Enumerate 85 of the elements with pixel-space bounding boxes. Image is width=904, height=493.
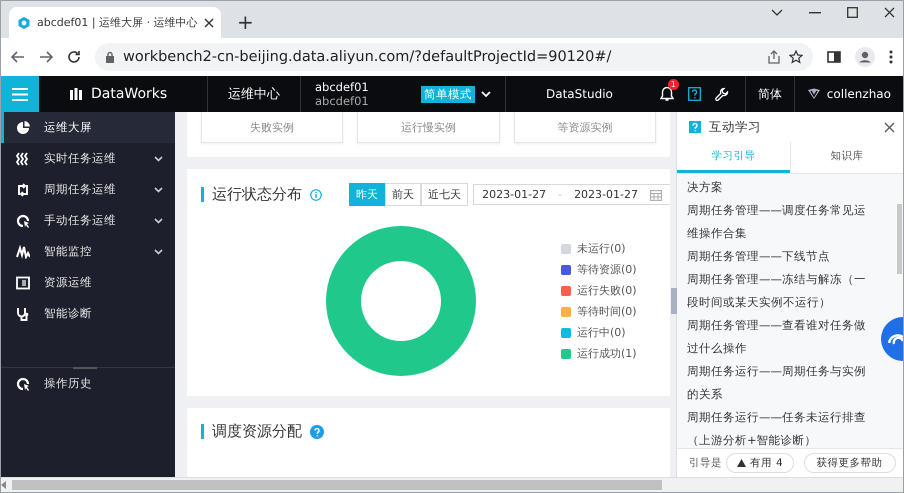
close-icon[interactable]	[204, 18, 214, 28]
feedback-label: 引导是	[689, 456, 722, 470]
cycle-icon	[16, 182, 30, 196]
share-icon[interactable]	[767, 50, 781, 64]
useful-button[interactable]: 有用 4	[726, 453, 794, 473]
range-button[interactable]: 近七天	[421, 183, 468, 206]
chevron-down-icon[interactable]	[771, 8, 783, 16]
stat-card[interactable]: 运行慢实例	[357, 112, 500, 143]
sidebar-item[interactable]: 智能监控	[1, 236, 175, 267]
avatar-icon[interactable]	[855, 47, 875, 67]
project-name[interactable]: abcdef01	[315, 80, 407, 94]
guide-link[interactable]: 周期任务管理——冻结与解冻（一段时间或某天实例不运行）	[687, 268, 877, 314]
pulse-icon	[16, 244, 30, 258]
legend-label: 等待时间(0)	[577, 304, 637, 319]
reload-icon[interactable]	[67, 50, 81, 64]
project-subtitle: abcdef01	[315, 94, 370, 108]
cursor-refresh-icon	[16, 214, 30, 228]
stethoscope-icon	[16, 306, 30, 320]
guide-link[interactable]: 周期任务运行——任务未运行排查（上游分析+智能诊断）	[687, 406, 877, 448]
sidebar-item[interactable]: 手动任务运维	[1, 205, 175, 236]
sidebar-item[interactable]: 实时任务运维	[1, 143, 175, 174]
resize-handle[interactable]	[73, 367, 97, 369]
sidebar-item[interactable]: 周期任务运维	[1, 174, 175, 205]
close-icon[interactable]	[884, 7, 895, 18]
help-icon[interactable]	[688, 87, 701, 101]
sidebar-item[interactable]: 操作历史	[1, 368, 175, 399]
pie-chart-icon	[16, 120, 30, 134]
star-icon[interactable]	[789, 50, 803, 64]
side-panel-icon[interactable]	[827, 51, 841, 63]
app-logo-text: DataWorks	[91, 86, 168, 102]
calendar-icon	[650, 188, 662, 200]
lock-icon	[105, 51, 115, 63]
horizontal-scrollbar[interactable]	[1, 477, 903, 492]
more-icon[interactable]	[889, 50, 893, 64]
vertical-scrollbar[interactable]	[897, 204, 902, 274]
stat-card[interactable]: 等资源实例	[514, 112, 656, 143]
section-title: 调度资源分配	[212, 422, 302, 441]
close-icon[interactable]	[884, 122, 895, 132]
guide-link[interactable]: 决方案	[687, 176, 877, 199]
panel-icon	[16, 276, 30, 290]
hexagon-icon	[17, 16, 31, 30]
studio-link[interactable]: DataStudio	[546, 87, 613, 101]
browser-tab[interactable]: abcdef01 | 运维大屏 · 运维中心	[9, 7, 221, 38]
guide-link[interactable]: 周期任务管理——下线节点	[687, 245, 877, 268]
floating-help-button[interactable]	[881, 317, 903, 361]
logo-icon	[69, 87, 83, 101]
menu-icon	[12, 88, 28, 100]
legend-label: 等待资源(0)	[577, 262, 637, 277]
address-bar[interactable]: workbench2-cn-beijing.data.aliyun.com/?defaultProjectId=90120#/	[95, 43, 813, 71]
help-icon	[689, 121, 701, 133]
back-icon[interactable]	[11, 51, 25, 63]
legend-label: 未运行(0)	[577, 241, 626, 256]
legend-label: 运行成功(1)	[577, 346, 637, 361]
panel-tab[interactable]: 知识库	[790, 142, 903, 173]
legend-label: 运行失败(0)	[577, 283, 637, 298]
wrench-icon[interactable]	[714, 87, 729, 101]
guide-link[interactable]: 周期任务管理——调度任务常见运维操作合集	[687, 199, 877, 245]
collapse-handle[interactable]	[671, 288, 677, 314]
guide-link[interactable]: 周期任务运行——周期任务与实例的关系	[687, 360, 877, 406]
minimize-icon[interactable]	[809, 12, 821, 14]
legend-label: 运行中(0)	[577, 325, 626, 340]
date-range-field[interactable]: 2023-01-27 - 2023-01-27	[473, 184, 670, 205]
help-icon	[310, 424, 324, 438]
sidebar-item[interactable]: 智能诊断	[1, 298, 175, 329]
triangle-up-icon	[737, 459, 746, 467]
cursor-refresh-icon	[16, 376, 30, 390]
scroll-left-icon[interactable]	[1, 481, 6, 489]
section-title: 运行状态分布	[212, 185, 302, 204]
range-button[interactable]: 前天	[385, 183, 422, 206]
maximize-icon[interactable]	[847, 7, 858, 18]
stat-card[interactable]: 失败实例	[201, 112, 344, 143]
more-help-button[interactable]: 获得更多帮助	[804, 453, 896, 473]
user-name[interactable]: collenzhao	[826, 87, 891, 101]
forward-icon[interactable]	[39, 51, 53, 63]
notification-badge: 1	[668, 79, 679, 90]
date-separator: -	[558, 188, 562, 201]
waves-icon	[16, 152, 30, 166]
shield-icon	[806, 88, 821, 100]
bell-icon[interactable]	[660, 86, 674, 102]
sidebar-item[interactable]: 资源运维	[1, 267, 175, 298]
new-tab-button[interactable]: +	[233, 10, 258, 34]
panel-title: 互动学习	[709, 118, 762, 136]
guide-link[interactable]: 周期任务管理——查看谁对任务做过什么操作	[687, 314, 877, 360]
info-icon	[310, 188, 322, 200]
sidebar-item[interactable]: 运维大屏	[1, 112, 175, 143]
